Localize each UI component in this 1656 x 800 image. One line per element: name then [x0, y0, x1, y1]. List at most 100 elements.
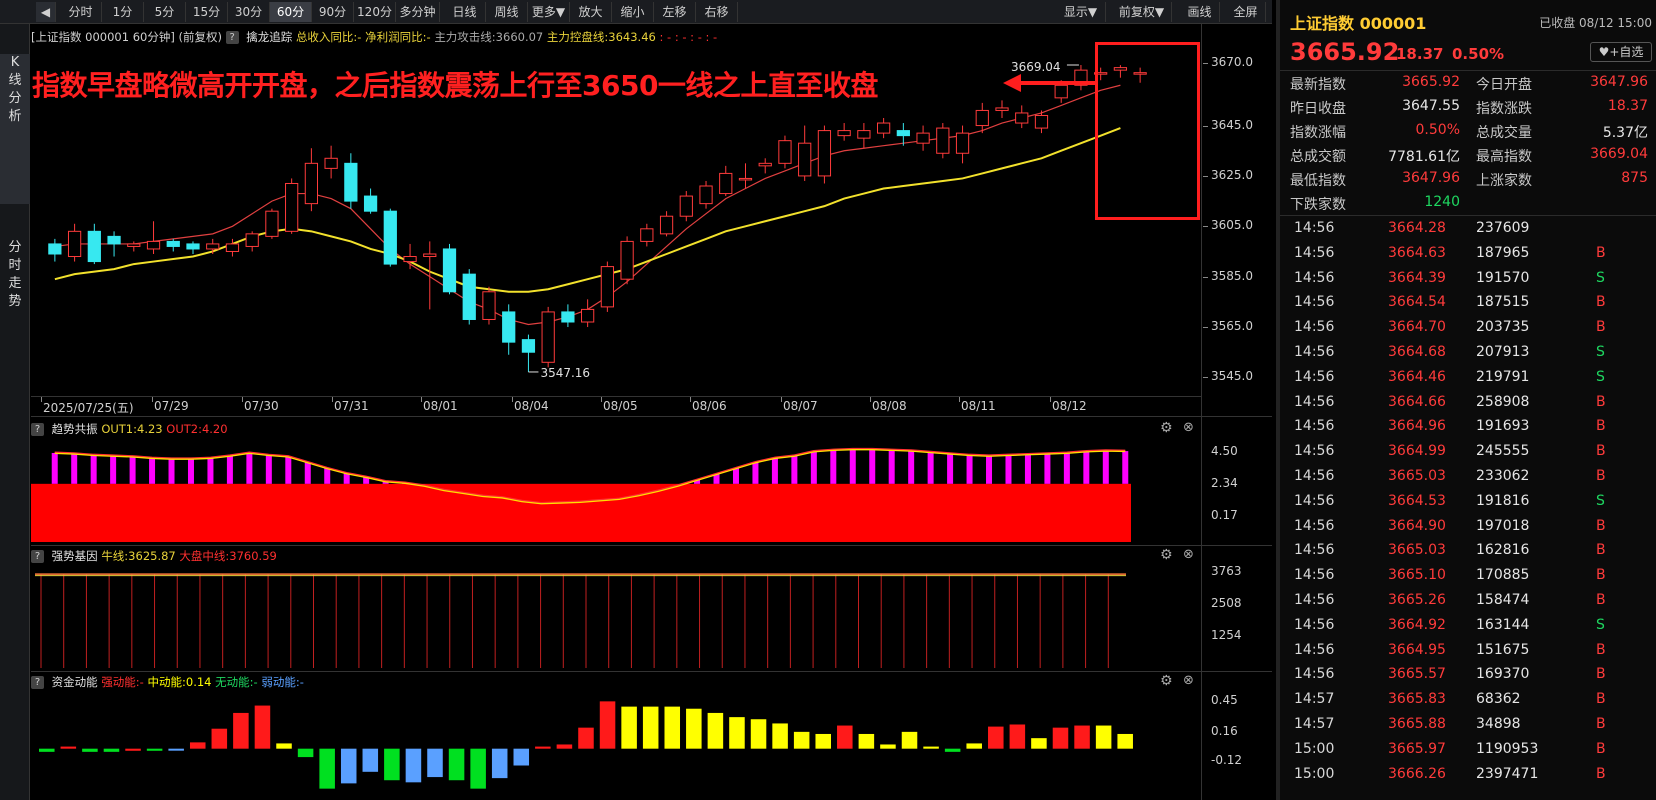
tick-row[interactable]: 14:56 3664.54 187515 B	[1280, 291, 1656, 316]
period-button-0[interactable]: 分时	[60, 2, 102, 22]
tick-side: S	[1596, 269, 1605, 286]
trend-bar	[1044, 453, 1051, 484]
tick-row[interactable]: 14:56 3664.68 207913 S	[1280, 341, 1656, 366]
tick-volume: 191816	[1476, 492, 1530, 509]
period-button-8[interactable]: 多分钟	[396, 2, 440, 22]
period-button-2[interactable]: 5分	[144, 2, 186, 22]
gear-icon[interactable]: ⚙	[1160, 420, 1173, 436]
period-button-11[interactable]: 更多▼	[528, 2, 570, 22]
tick-side: B	[1596, 468, 1606, 484]
price-tick	[1203, 62, 1208, 64]
tick-time: 14:56	[1294, 244, 1335, 261]
tick-volume: 151675	[1476, 641, 1530, 658]
momentum-bar	[815, 733, 831, 749]
momentum-bar	[405, 748, 422, 783]
help-icon[interactable]: ?	[31, 550, 44, 563]
tick-volume: 237609	[1476, 220, 1530, 236]
tick-row[interactable]: 14:56 3665.03 162816 B	[1280, 539, 1656, 564]
fullscreen-button[interactable]: 全屏	[1226, 2, 1266, 22]
momentum-bar	[448, 748, 465, 781]
period-button-4[interactable]: 30分	[228, 2, 270, 22]
tick-row[interactable]: 14:56 3665.03 233062 B	[1280, 465, 1656, 490]
sidebar-toggle-button[interactable]: ◀	[36, 2, 56, 22]
tick-row[interactable]: 14:56 3664.70 203735 B	[1280, 316, 1656, 341]
price-tick	[1203, 377, 1208, 379]
period-button-5[interactable]: 60分	[270, 2, 312, 22]
candle	[817, 125, 832, 184]
period-button-13[interactable]: 缩小	[612, 2, 654, 22]
tick-price: 3664.90	[1388, 517, 1446, 534]
momentum-bar	[103, 748, 120, 752]
indicator-name[interactable]: 擒龙追踪	[246, 30, 292, 44]
tick-row[interactable]: 14:56 3665.10 170885 B	[1280, 564, 1656, 589]
gene-chart[interactable]	[31, 565, 1201, 670]
tab-intraday[interactable]: 分时走势	[0, 239, 30, 389]
quote-field-label: 最低指数	[1290, 173, 1346, 189]
tick-time: 14:56	[1294, 319, 1335, 336]
tick-row[interactable]: 14:56 3664.46 219791 S	[1280, 366, 1656, 391]
draw-line-button[interactable]: 画线	[1180, 2, 1220, 22]
tick-row[interactable]: 14:56 3664.28 237609	[1280, 217, 1656, 242]
close-icon[interactable]: ⊗	[1183, 547, 1194, 562]
candle	[363, 188, 378, 214]
tick-volume: 2397471	[1476, 765, 1539, 782]
momentum-bar	[146, 748, 163, 751]
tick-row[interactable]: 14:56 3664.92 163144 S	[1280, 614, 1656, 639]
tick-side: B	[1596, 765, 1606, 782]
candle	[383, 208, 397, 267]
help-icon[interactable]: ?	[31, 423, 44, 436]
adjust-menu-button[interactable]: 前复权▼	[1112, 2, 1172, 22]
momentum-chart[interactable]	[31, 690, 1201, 800]
gear-icon[interactable]: ⚙	[1160, 547, 1173, 563]
gear-icon[interactable]: ⚙	[1160, 673, 1173, 689]
momentum-bar	[729, 717, 745, 749]
tick-row[interactable]: 14:57 3665.83 68362 B	[1280, 688, 1656, 713]
tick-row[interactable]: 14:56 3664.63 187965 B	[1280, 242, 1656, 267]
tick-row[interactable]: 15:00 3665.97 1190953 B	[1280, 738, 1656, 763]
help-icon[interactable]: ?	[31, 676, 44, 689]
momentum-bar	[125, 748, 141, 751]
tick-row[interactable]: 15:00 3666.26 2397471 B	[1280, 763, 1656, 788]
candle	[166, 238, 180, 252]
help-icon[interactable]: ?	[225, 31, 239, 44]
period-button-12[interactable]: 放大	[570, 2, 612, 22]
tick-time: 14:56	[1294, 368, 1335, 385]
period-button-14[interactable]: 左移	[654, 2, 696, 22]
close-icon[interactable]: ⊗	[1183, 420, 1194, 435]
tick-row[interactable]: 14:56 3664.96 191693 B	[1280, 415, 1656, 440]
candle	[640, 223, 654, 247]
trend-bar	[732, 468, 739, 484]
tick-side: B	[1596, 443, 1606, 460]
tick-row[interactable]: 14:56 3664.99 245555 B	[1280, 440, 1656, 465]
tick-row[interactable]: 14:56 3664.53 191816 S	[1280, 490, 1656, 515]
period-button-7[interactable]: 120分	[354, 2, 396, 22]
period-button-9[interactable]: 日线	[444, 2, 486, 22]
tick-row[interactable]: 14:56 3664.90 197018 B	[1280, 515, 1656, 540]
trend-bar	[771, 458, 778, 484]
period-button-15[interactable]: 右移	[696, 2, 738, 22]
date-tick-label: 08/11	[961, 399, 996, 413]
period-button-6[interactable]: 90分	[312, 2, 354, 22]
add-watchlist-button[interactable]: ♥+自选	[1590, 42, 1652, 62]
close-icon[interactable]: ⊗	[1183, 673, 1194, 688]
candle	[146, 221, 161, 254]
tick-volume: 245555	[1476, 443, 1530, 460]
tick-price: 3664.63	[1388, 244, 1446, 261]
tick-volume: 34898	[1476, 716, 1521, 732]
tick-row[interactable]: 14:56 3665.26 158474 B	[1280, 589, 1656, 614]
display-menu-button[interactable]: 显示▼	[1056, 2, 1106, 22]
momentum-bar	[319, 748, 335, 789]
trend-chart[interactable]	[31, 438, 1201, 544]
candle	[857, 123, 871, 149]
period-button-10[interactable]: 周线	[486, 2, 528, 22]
tick-row[interactable]: 14:56 3664.95 151675 B	[1280, 639, 1656, 664]
tick-row[interactable]: 14:57 3665.88 34898 B	[1280, 713, 1656, 738]
tab-kline-analysis[interactable]: K线分析	[0, 54, 30, 204]
momentum-bar	[772, 723, 788, 749]
tick-row[interactable]: 14:56 3664.66 258908 B	[1280, 391, 1656, 416]
tick-row[interactable]: 14:56 3664.39 191570 S	[1280, 267, 1656, 292]
tick-row[interactable]: 14:56 3665.57 169370 B	[1280, 663, 1656, 688]
momentum-bar	[1074, 725, 1090, 749]
period-button-3[interactable]: 15分	[186, 2, 228, 22]
period-button-1[interactable]: 1分	[102, 2, 144, 22]
